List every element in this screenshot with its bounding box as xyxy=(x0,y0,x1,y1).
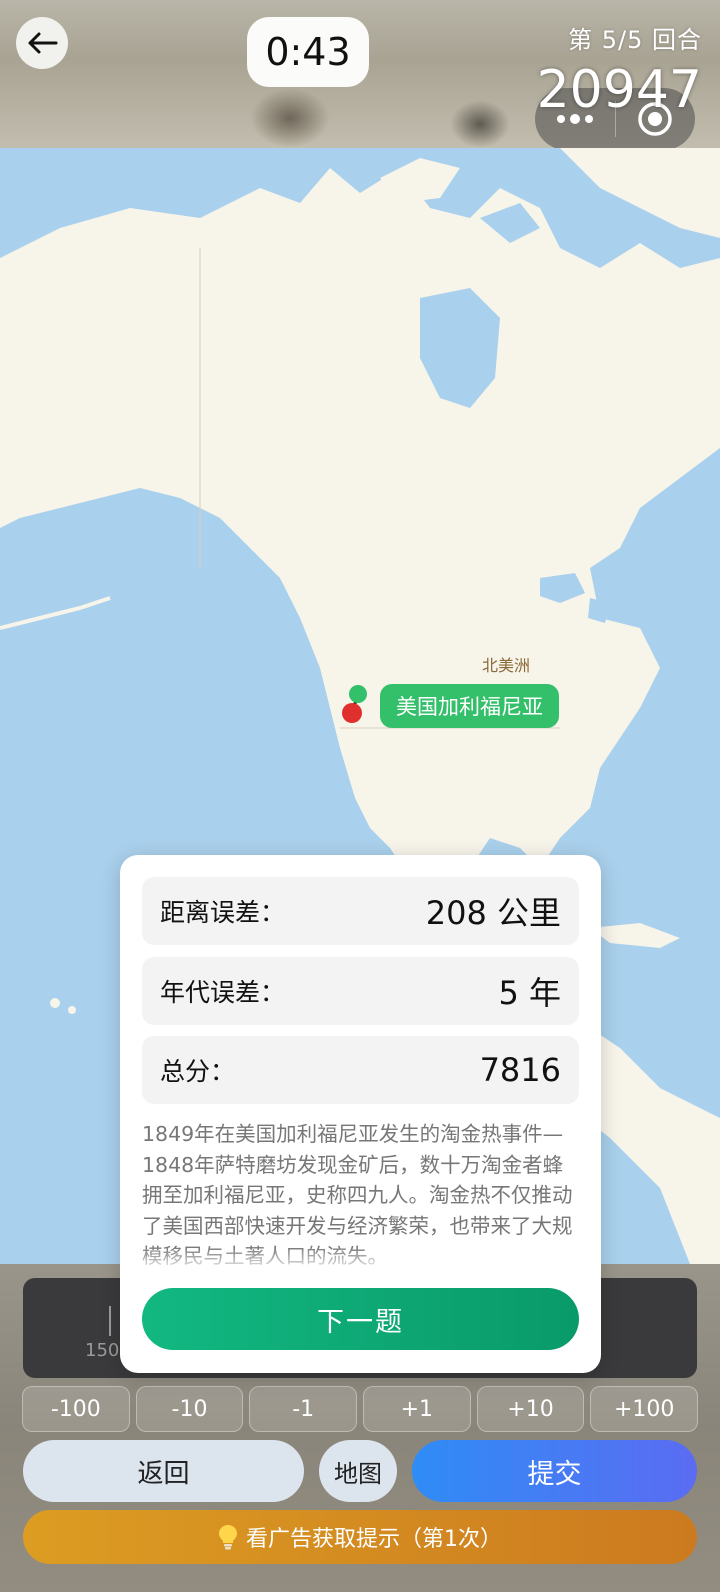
adjust-plus-100-button[interactable]: +100 xyxy=(590,1386,699,1432)
return-button[interactable]: 返回 xyxy=(23,1440,304,1502)
round-score-row: 总分： 7816 xyxy=(142,1036,579,1104)
answer-pin xyxy=(349,685,367,703)
adjust-minus-10-button[interactable]: -10 xyxy=(135,1386,244,1432)
year-error-row: 年代误差： 5 年 xyxy=(142,957,579,1025)
result-dialog: 距离误差： 208 公里 年代误差： 5 年 总分： 7816 1849年在美国… xyxy=(120,855,601,1373)
aleutian-islands xyxy=(0,596,111,630)
north-america-land xyxy=(0,168,720,948)
arrow-left-icon xyxy=(28,32,58,54)
answer-location-label: 美国加利福尼亚 xyxy=(380,684,559,728)
adjust-minus-100-button[interactable]: -100 xyxy=(22,1386,130,1432)
year-error-label: 年代误差： xyxy=(160,978,286,1007)
year-adjust-row: -100 -10 -1 +1 +10 +100 xyxy=(22,1386,699,1432)
hawaii-island xyxy=(50,998,60,1008)
distance-error-label: 距离误差： xyxy=(160,898,286,927)
round-indicator: 第 5/5 回合 xyxy=(568,26,702,54)
greenland-land xyxy=(560,148,720,238)
hint-button-label: 看广告获取提示（第1次） xyxy=(246,1527,502,1552)
hawaii-island-2 xyxy=(68,1006,76,1014)
next-question-button[interactable]: 下一题 xyxy=(142,1288,579,1350)
submit-button[interactable]: 提交 xyxy=(412,1440,697,1502)
total-score: 20947 xyxy=(536,60,702,120)
year-error-value: 5 年 xyxy=(498,974,561,1012)
slider-tick-label: 150 xyxy=(85,1340,120,1361)
description-fade xyxy=(120,1247,601,1273)
map-button[interactable]: 地图 xyxy=(319,1440,397,1502)
watch-ad-hint-button[interactable]: 看广告获取提示（第1次） xyxy=(23,1510,697,1564)
adjust-minus-1-button[interactable]: -1 xyxy=(249,1386,358,1432)
round-score-value: 7816 xyxy=(479,1051,561,1089)
distance-error-value: 208 公里 xyxy=(425,894,561,932)
cuba-land xyxy=(590,923,680,948)
region-label: 北美洲 xyxy=(482,656,531,675)
countdown-timer: 0:43 xyxy=(247,17,369,87)
back-button[interactable] xyxy=(16,17,68,69)
distance-error-row: 距离误差： 208 公里 xyxy=(142,877,579,945)
adjust-plus-10-button[interactable]: +10 xyxy=(476,1386,585,1432)
lightbulb-icon xyxy=(219,1525,237,1550)
adjust-plus-1-button[interactable]: +1 xyxy=(363,1386,471,1432)
round-score-label: 总分： xyxy=(160,1057,236,1086)
guess-pin xyxy=(342,703,362,723)
slider-tick xyxy=(109,1306,111,1336)
